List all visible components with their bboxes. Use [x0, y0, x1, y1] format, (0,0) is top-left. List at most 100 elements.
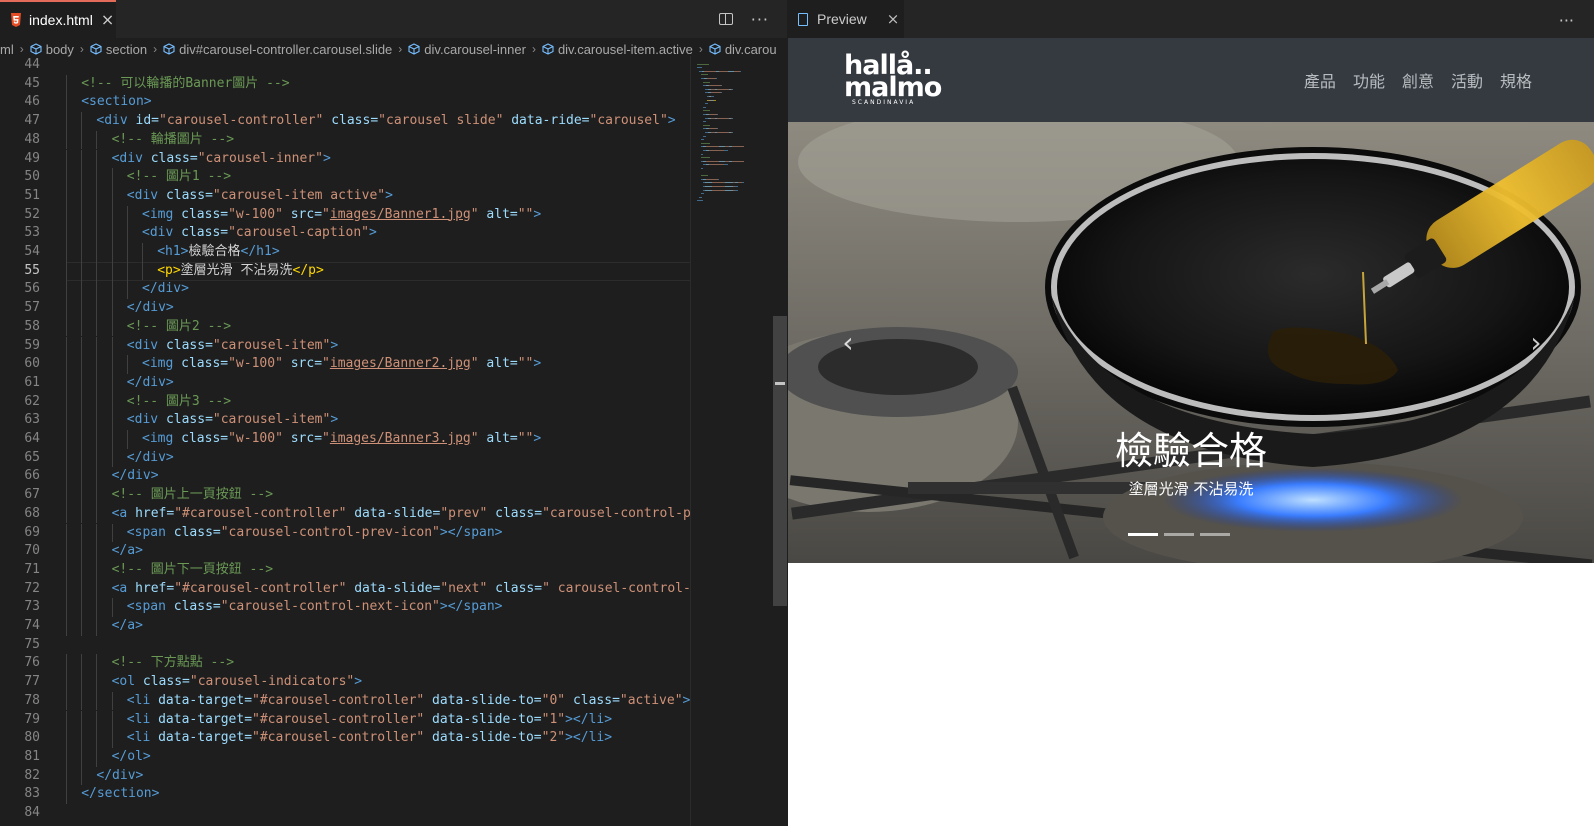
nav-link-ideas[interactable]: 創意	[1402, 68, 1434, 92]
minimap-mark	[707, 78, 716, 79]
code-token: "w-100"	[228, 431, 291, 446]
carousel-prev-button[interactable]: ‹	[838, 322, 858, 362]
minimap[interactable]	[690, 56, 773, 826]
code-token: "#carousel-controller"	[174, 505, 355, 521]
breadcrumb-item[interactable]: div.carousel-inner	[408, 42, 526, 57]
code-token: >	[533, 431, 542, 446]
line-number: 74	[24, 618, 40, 633]
indent-guide	[96, 729, 98, 748]
breadcrumb-item[interactable]: ml	[0, 42, 14, 57]
breadcrumb-item[interactable]: div.carou	[709, 42, 777, 57]
minimap-mark	[705, 189, 712, 191]
code-token: <div	[142, 225, 182, 241]
code-token: >	[330, 337, 339, 353]
indent-guide	[81, 691, 83, 711]
code-line: </section>	[81, 785, 159, 804]
more-actions-icon[interactable]: ···	[751, 10, 769, 29]
code-line: <ol class="carousel-indicators">	[112, 673, 362, 692]
line-number: 44	[24, 57, 40, 72]
line-number: 80	[24, 730, 40, 746]
carousel-indicator[interactable]	[1200, 533, 1230, 536]
code-token: data-slide=	[354, 580, 441, 596]
code-token: <!-- 下方點點 -->	[111, 655, 235, 671]
code-token: 檢驗合格	[188, 244, 241, 259]
code-line: <p>塗層光滑 不沾易洗</p>	[157, 262, 324, 281]
code-line: <div class="carousel-item active">	[127, 187, 393, 206]
indent-guide	[96, 691, 98, 711]
nav-link-events[interactable]: 活動	[1451, 68, 1483, 92]
indent-guide	[66, 579, 67, 599]
tab-close-icon[interactable]: ×	[101, 12, 114, 28]
code-token: images/Banner2.jpg	[329, 356, 471, 372]
indent-guide	[96, 598, 98, 617]
breadcrumb-item[interactable]: section	[90, 42, 147, 57]
indent-guide	[66, 411, 67, 430]
line-number: 81	[24, 748, 40, 764]
minimap-mark	[718, 132, 728, 133]
indent-guide	[96, 299, 98, 318]
indent-guide	[66, 747, 67, 767]
carousel-indicator[interactable]	[1164, 533, 1194, 536]
minimap-mark	[706, 160, 719, 162]
code-token: "	[322, 431, 330, 446]
line-number: 78	[24, 692, 40, 708]
code-line: <h1>檢驗合格</h1>	[157, 243, 279, 262]
brand-logo[interactable]: hallå.. malmo SCANDINAVIA	[844, 52, 942, 108]
code-token: class=	[173, 524, 221, 540]
indent-guide	[96, 336, 98, 356]
split-editor-icon[interactable]	[718, 13, 733, 25]
code-token: class=	[165, 337, 213, 353]
nav-link-features[interactable]: 功能	[1353, 68, 1385, 92]
indent-guide	[96, 317, 98, 337]
minimap-mark	[732, 146, 744, 148]
editor-scrollbar[interactable]	[773, 56, 787, 826]
code-token: </div>	[126, 374, 174, 390]
line-number: 55	[24, 262, 40, 278]
nav-link-specs[interactable]: 規格	[1500, 68, 1532, 92]
line-number: 64	[24, 431, 40, 446]
code-line: <div class="carousel-item">	[127, 337, 338, 356]
minimap-mark	[704, 70, 716, 72]
minimap-mark	[718, 178, 719, 180]
minimap-mark	[701, 153, 703, 155]
minimap-mark	[719, 70, 728, 72]
minimap-mark	[732, 160, 744, 162]
caption-title: 檢驗合格	[1114, 429, 1267, 473]
nav-link-products[interactable]: 產品	[1304, 68, 1336, 92]
indent-guide	[96, 130, 98, 150]
code-area[interactable]: <!-- 可以輪播的Banner圖片 --> <section> <div id="…	[66, 56, 690, 826]
line-number: 51	[24, 187, 40, 203]
minimap-mark	[705, 182, 712, 184]
carousel-next-button[interactable]: ›	[1526, 322, 1546, 362]
code-token: class=	[181, 431, 229, 446]
code-token: 塗層光滑 不沾易洗	[180, 262, 293, 278]
breadcrumb-item[interactable]: div#carousel-controller.carousel.slide	[163, 42, 392, 57]
minimap-mark	[725, 182, 733, 184]
minimap-mark	[718, 117, 728, 119]
code-token: class=	[331, 113, 379, 129]
indent-guide	[66, 130, 67, 150]
tab-index-html[interactable]: index.html ×	[0, 0, 116, 38]
indent-guide	[96, 243, 98, 262]
indent-guide	[96, 280, 98, 300]
code-token: "	[470, 206, 487, 222]
code-line: </div>	[112, 467, 159, 486]
code-token: <!-- 圖片1 -->	[126, 169, 232, 185]
html5-file-icon	[11, 13, 21, 27]
code-token: "prev"	[440, 505, 496, 521]
preview-more-icon[interactable]: ···	[1559, 11, 1574, 30]
indent-guide	[66, 261, 67, 281]
code-token: </div>	[126, 449, 174, 465]
indent-guide	[96, 430, 98, 449]
breadcrumb-item[interactable]: div.carousel-item.active	[542, 42, 693, 57]
minimap-mark	[732, 132, 733, 133]
scrollbar-thumb[interactable]	[773, 316, 787, 606]
tab-preview[interactable]: Preview ×	[788, 0, 904, 38]
carousel-indicator[interactable]	[1128, 533, 1158, 536]
code-token: "#carousel-controller"	[252, 692, 433, 708]
preview-close-icon[interactable]: ×	[887, 10, 900, 28]
code-token: "carousel-item active"	[212, 187, 386, 203]
code-line: <span class="carousel-control-next-icon"…	[127, 598, 503, 617]
minimap-mark	[697, 67, 702, 69]
breadcrumb-item[interactable]: body	[30, 42, 74, 57]
